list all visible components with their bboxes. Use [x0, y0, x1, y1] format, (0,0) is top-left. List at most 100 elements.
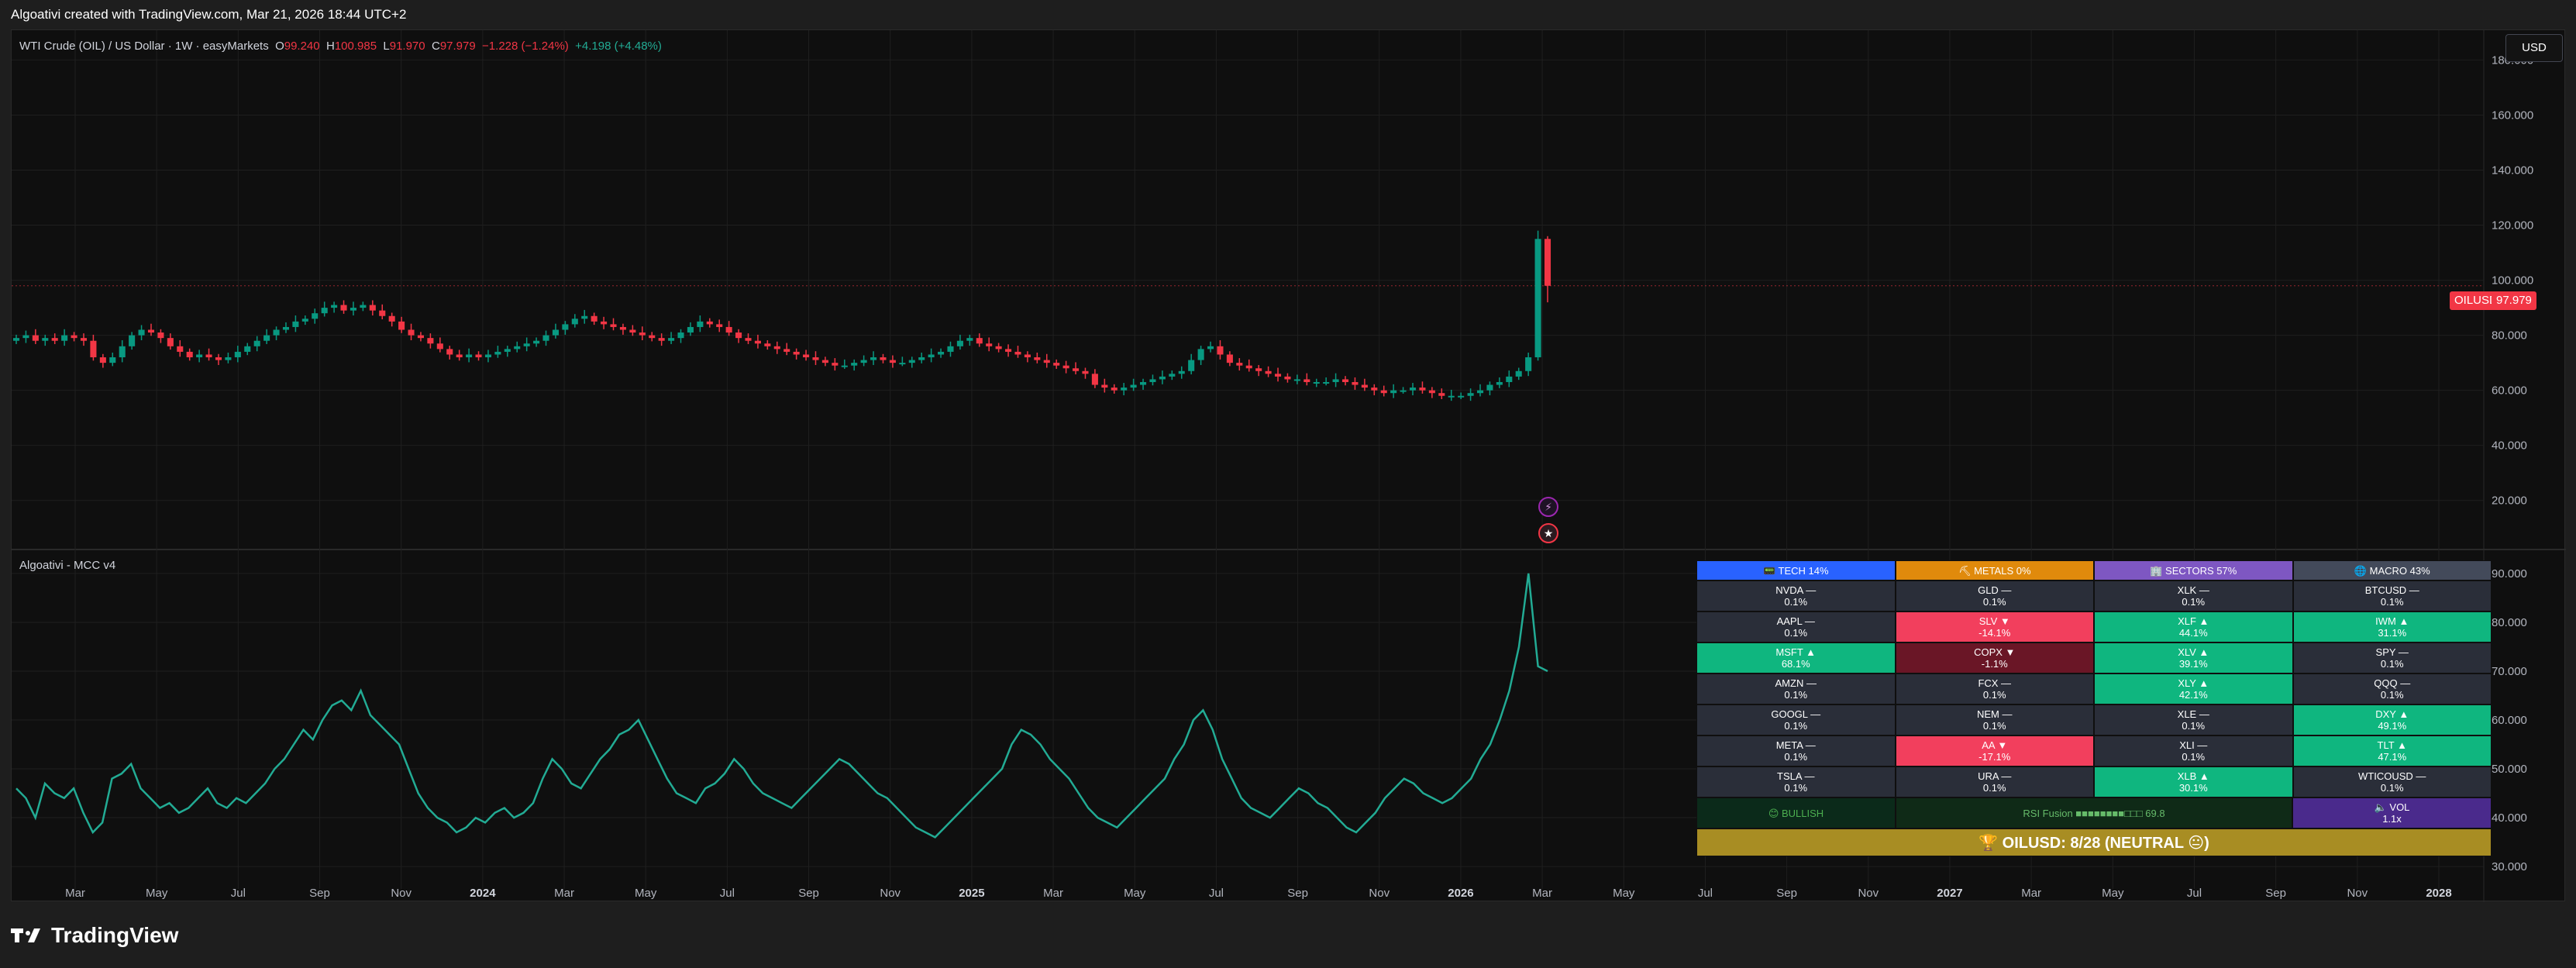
candle-body [263, 335, 270, 341]
candle-body [1121, 388, 1128, 391]
x-tick-label: May [146, 887, 168, 900]
dashboard-ticker: DXY ▲ [2375, 708, 2409, 720]
candle-body [542, 335, 549, 341]
candle-body [1149, 379, 1156, 382]
candle-body [388, 315, 395, 322]
candle-body [167, 338, 174, 346]
x-tick-label: May [1613, 887, 1635, 900]
candle-body [697, 321, 704, 327]
dashboard-cell: COPX ▼ -1.1% [1895, 642, 2094, 673]
candle-body [350, 308, 357, 311]
candle-body [196, 354, 203, 358]
candle-body [109, 357, 116, 363]
tradingview-logo[interactable]: TradingView [11, 923, 178, 947]
candle-body [456, 354, 463, 358]
candle-body [870, 357, 877, 360]
candle-body [80, 338, 88, 341]
candle-body [639, 332, 646, 336]
lightning-icon[interactable]: ⚡ [1538, 497, 1558, 517]
candle-body [754, 340, 761, 344]
candle-body [832, 363, 839, 366]
dashboard-row: GOOGL —0.1% NEM —0.1% XLE —0.1% DXY ▲ 49.1% [1696, 704, 2492, 735]
indicator-y-tick-label: 90.000 [2492, 567, 2527, 580]
candle-body [1101, 384, 1108, 388]
dashboard-header-row: 📟 TECH 14% ⛏ METALS 0% 🏢 SECTORS 57% 🌐 M… [1696, 560, 2492, 580]
candle-body [99, 357, 106, 363]
candle-body [976, 338, 983, 344]
candle-body [533, 340, 540, 344]
dashboard-cell: AMZN —0.1% [1696, 673, 1896, 704]
candle-body [1169, 374, 1176, 377]
dashboard-row: MSFT ▲ 68.1% COPX ▼ -1.1% XLV ▲ 39.1% SPY —0.1… [1696, 642, 2492, 673]
candle-body [71, 335, 77, 339]
dashboard-cell: XLE —0.1% [2094, 704, 2293, 735]
dashboard-ticker: SPY — [2375, 646, 2409, 658]
dashboard-cell: GOOGL —0.1% [1696, 704, 1896, 735]
candle-body [899, 363, 906, 365]
indicator-title[interactable]: Algoativi - MCC v4 [19, 559, 115, 572]
x-tick-label: 2024 [470, 887, 496, 900]
tradingview-logo-icon [11, 928, 40, 942]
candle-body [1091, 374, 1098, 385]
candle-body [215, 357, 222, 360]
dashboard-cell: DXY ▲ 49.1% [2292, 704, 2492, 735]
dashboard-ticker: BTCUSD — [2364, 584, 2419, 596]
close-value: 97.979 [439, 40, 476, 53]
candle-body [1361, 384, 1368, 388]
extra-change-value: +4.198 (+4.48%) [575, 40, 662, 53]
candle-body [1073, 368, 1080, 371]
candle-body [504, 349, 511, 352]
indicator-y-tick-label: 60.000 [2492, 714, 2527, 727]
indicator-y-tick-label: 80.000 [2492, 616, 2527, 629]
tech-header: 📟 TECH 14% [1696, 560, 1896, 580]
dashboard-value: 47.1% [2378, 751, 2407, 763]
candle-body [1062, 365, 1069, 369]
candle-body [851, 363, 858, 366]
candle-body [687, 326, 694, 333]
candle-body [494, 351, 501, 355]
indicator-y-tick-label: 30.000 [2492, 860, 2527, 873]
candle-body [1390, 390, 1397, 394]
dashboard-value: 0.1% [2182, 720, 2206, 732]
symbol-legend[interactable]: WTI Crude (OIL) / US Dollar · 1W · easyM… [19, 40, 662, 53]
dashboard-value: 0.1% [1784, 751, 1808, 763]
dashboard-cell: XLY ▲ 42.1% [2094, 673, 2293, 704]
dashboard-ticker: XLB ▲ [2177, 770, 2209, 782]
dashboard-value: 30.1% [2178, 782, 2208, 794]
candle-body [340, 305, 347, 311]
candle-body [1496, 381, 1503, 385]
dashboard-cell: AAPL —0.1% [1696, 611, 1896, 642]
candle-body [90, 340, 97, 358]
candle-body [1014, 351, 1021, 355]
candle-body [725, 326, 732, 333]
sectors-header: 🏢 SECTORS 57% [2094, 560, 2293, 580]
dashboard-ticker: COPX ▼ [1974, 646, 2016, 658]
x-tick-label: Jul [720, 887, 735, 900]
x-tick-label: Sep [309, 887, 330, 900]
y-tick-label: 160.000 [2492, 109, 2533, 122]
dashboard-value: -17.1% [1978, 751, 2011, 763]
dashboard-ticker: XLY ▲ [2178, 677, 2209, 689]
x-tick-label: Mar [1043, 887, 1063, 900]
candle-body [938, 351, 945, 355]
candle-body [523, 343, 530, 346]
created-label: Algoativi created with TradingView.com, … [11, 7, 407, 22]
candle-body [986, 343, 993, 346]
chart-area[interactable]: 180.000160.000140.000120.000100.00080.00… [11, 29, 2566, 902]
x-tick-label: May [2102, 887, 2124, 900]
candle-body [1197, 349, 1204, 360]
dashboard-cell: FCX —0.1% [1895, 673, 2094, 704]
candle-body [292, 321, 299, 327]
candle-body [1034, 357, 1041, 360]
indicator-line [15, 573, 1548, 839]
dashboard-value: -1.1% [1981, 658, 2008, 670]
candle-body [1428, 390, 1435, 394]
candle-body [244, 346, 251, 352]
currency-button[interactable]: USD [2505, 34, 2563, 62]
dashboard-value: 0.1% [1982, 720, 2006, 732]
candle-body [446, 349, 453, 355]
dashboard-ticker: XLE — [2177, 708, 2209, 720]
dashboard-value: 0.1% [1784, 596, 1808, 608]
us-flag-icon[interactable]: ★ [1538, 523, 1558, 543]
dashboard-value: 0.1% [1784, 782, 1808, 794]
